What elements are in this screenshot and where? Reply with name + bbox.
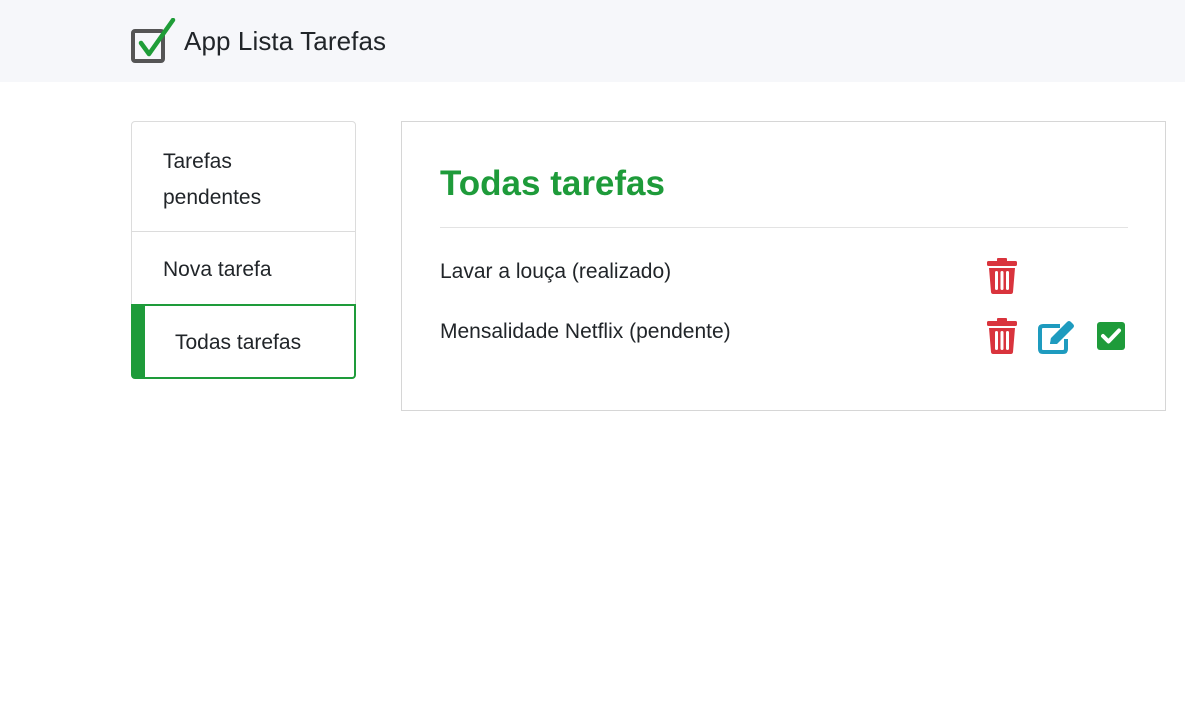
- delete-button[interactable]: [986, 258, 1018, 294]
- delete-button[interactable]: [986, 318, 1018, 354]
- brand-link[interactable]: App Lista Tarefas: [130, 18, 386, 64]
- sidebar-item-label: Todas tarefas: [175, 331, 302, 354]
- app-title: App Lista Tarefas: [184, 25, 387, 56]
- trash-icon: [987, 318, 1017, 354]
- sidebar-item-todas-tarefas[interactable]: Todas tarefas: [131, 304, 356, 379]
- task-text: Mensalidade Netflix (pendente): [440, 320, 731, 343]
- sidebar-item-label: Nova tarefa: [163, 258, 272, 281]
- page-title: Todas tarefas: [440, 164, 665, 203]
- edit-icon: [1038, 321, 1074, 354]
- task-row: Mensalidade Netflix (pendente): [440, 314, 1130, 354]
- check-square-icon: [1097, 322, 1125, 350]
- task-row: Lavar a louça (realizado): [440, 254, 1130, 294]
- checkbox-check-icon: [131, 18, 176, 63]
- tasks-card: Todas tarefas Lavar a louça (realizado) …: [401, 121, 1166, 411]
- sidebar-item-tarefas-pendentes[interactable]: Tarefas pendentes: [131, 121, 356, 232]
- trash-icon: [987, 258, 1017, 294]
- sidebar-item-label: Tarefas pendentes: [163, 150, 262, 209]
- mark-done-button[interactable]: [1096, 321, 1128, 357]
- divider: [440, 227, 1128, 228]
- sidebar-item-nova-tarefa[interactable]: Nova tarefa: [131, 231, 356, 305]
- task-text: Lavar a louça (realizado): [440, 260, 672, 283]
- sidebar-menu: Tarefas pendentes Nova tarefa Todas tare…: [131, 121, 356, 379]
- edit-button[interactable]: [1038, 320, 1074, 356]
- navbar: App Lista Tarefas: [0, 0, 1185, 82]
